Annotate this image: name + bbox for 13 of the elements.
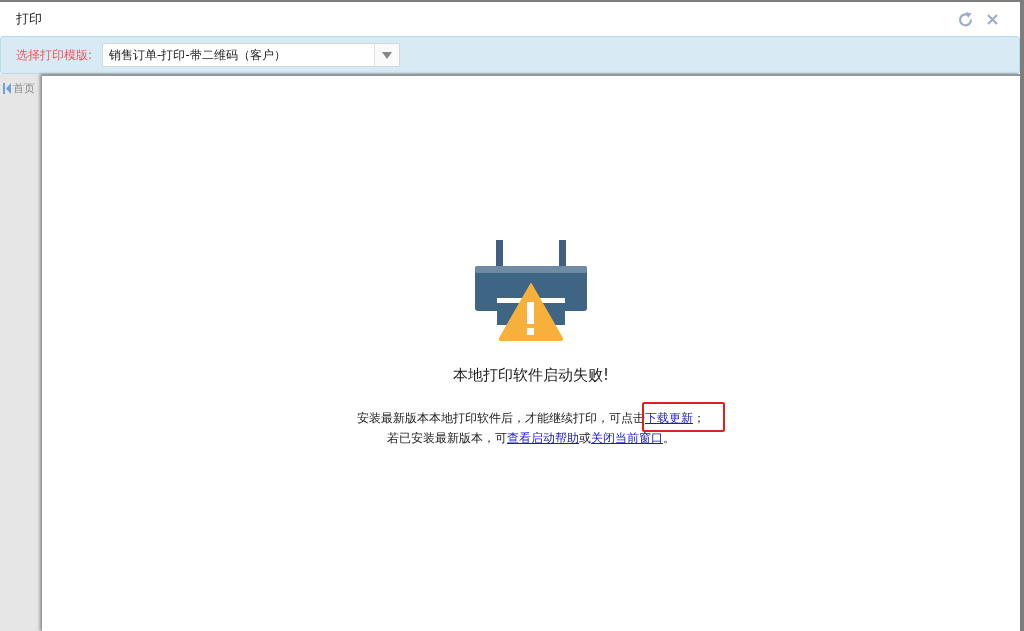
printer-warning-icon [475, 240, 587, 344]
template-label: 选择打印模版: [16, 46, 93, 64]
instruction-text: 若已安装最新版本，可查看启动帮助或关闭当前窗口。 [387, 431, 675, 446]
template-select[interactable]: 销售订单-打印-带二维码（客户） [102, 43, 401, 67]
link[interactable]: 关闭当前窗口 [591, 431, 663, 445]
close-icon[interactable] [987, 13, 998, 25]
first-page-icon [3, 83, 11, 94]
link[interactable]: 下载更新 [645, 411, 693, 425]
window-title: 打印 [16, 10, 42, 28]
error-title: 本地打印软件启动失败! [453, 366, 609, 385]
link[interactable]: 查看启动帮助 [507, 431, 579, 445]
refresh-icon[interactable] [958, 11, 973, 27]
caret-icon [382, 51, 393, 59]
